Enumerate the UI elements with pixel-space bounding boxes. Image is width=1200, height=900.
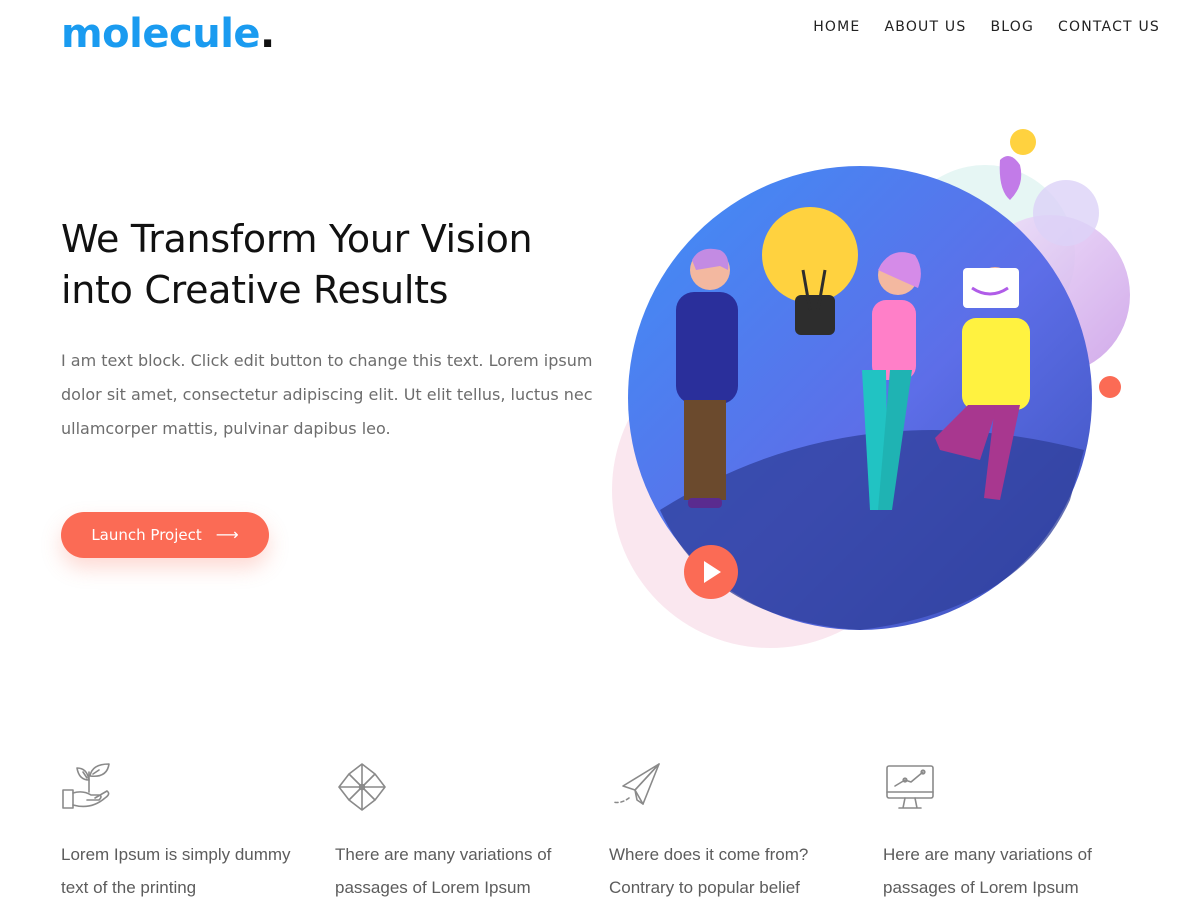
feature-line1: Where does it come from? — [609, 845, 809, 864]
feature-text: Where does it come from? Contrary to popu… — [609, 838, 849, 900]
hero-title-line1: We Transform Your Vision — [61, 217, 533, 261]
main-nav: HOME ABOUT US BLOG CONTACT US — [813, 18, 1160, 36]
feature-line2: passages of Lorem Ipsum — [335, 878, 531, 897]
play-button[interactable] — [684, 545, 738, 599]
launch-project-label: Launch Project — [91, 526, 202, 544]
monitor-chart-icon — [886, 765, 934, 809]
hero-description: I am text block. Click edit button to ch… — [61, 351, 593, 438]
brand-name: molecule — [61, 11, 261, 57]
launch-project-button[interactable]: Launch Project ⟶ — [61, 512, 269, 558]
feature-item: There are many variations of passages of … — [335, 760, 609, 900]
feature-item: Here are many variations of passages of L… — [883, 760, 1157, 900]
feature-line1: There are many variations of — [335, 845, 552, 864]
feature-line2: passages of Lorem Ipsum — [883, 878, 1079, 897]
nav-about-us[interactable]: ABOUT US — [884, 18, 966, 36]
feature-line2: text of the printing — [61, 878, 197, 897]
brand-dot: . — [260, 11, 275, 57]
orange-dot — [1099, 376, 1121, 398]
bg-circle-lilac — [1033, 180, 1099, 246]
feature-line2: Contrary to popular belief — [609, 878, 800, 897]
feature-text: There are many variations of passages of … — [335, 838, 575, 900]
feature-item: Lorem Ipsum is simply dummy text of the p… — [61, 760, 335, 900]
arrow-right-icon: ⟶ — [215, 525, 239, 544]
paper-plane-icon — [612, 763, 660, 805]
nav-blog[interactable]: BLOG — [990, 18, 1034, 36]
hero-illustration — [612, 129, 1130, 648]
feature-line1: Here are many variations of — [883, 845, 1092, 864]
plant-hand-icon — [62, 763, 110, 809]
features-row: Lorem Ipsum is simply dummy text of the p… — [61, 760, 1161, 900]
nav-home[interactable]: HOME — [813, 18, 860, 36]
nav-contact-us[interactable]: CONTACT US — [1058, 18, 1160, 36]
pinwheel-icon — [338, 763, 386, 811]
feature-item: Where does it come from? Contrary to popu… — [609, 760, 883, 900]
site-header: molecule. HOME ABOUT US BLOG CONTACT US — [0, 0, 1200, 70]
hero-title-line2: into Creative Results — [61, 268, 449, 312]
brand-logo[interactable]: molecule. — [61, 8, 275, 60]
hero-title: We Transform Your Vision into Creative Re… — [61, 214, 621, 316]
feature-line1: Lorem Ipsum is simply dummy — [61, 845, 291, 864]
feature-text: Here are many variations of passages of L… — [883, 838, 1123, 900]
feature-text: Lorem Ipsum is simply dummy text of the p… — [61, 838, 301, 900]
